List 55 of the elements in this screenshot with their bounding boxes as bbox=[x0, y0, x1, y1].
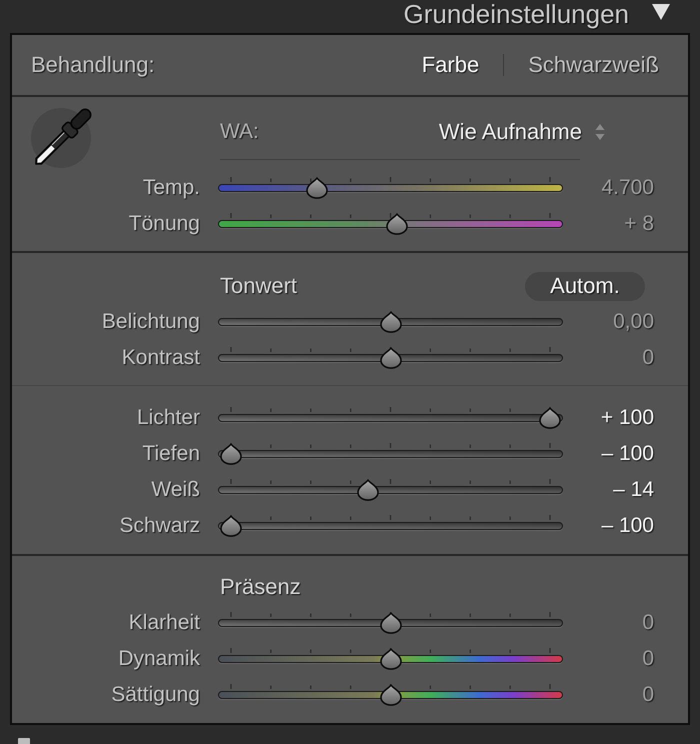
slider-label: Sättigung bbox=[110, 683, 200, 707]
slider-track[interactable] bbox=[218, 310, 563, 334]
slider-thumb[interactable] bbox=[306, 177, 328, 199]
slider-label: Lichter bbox=[136, 406, 200, 430]
slider-thumb[interactable] bbox=[220, 443, 242, 465]
slider-thumb[interactable] bbox=[380, 347, 402, 369]
slider-value: 0 bbox=[641, 647, 654, 671]
treatment-label: Behandlung: bbox=[31, 52, 156, 78]
treatment-tab[interactable]: Farbe bbox=[422, 52, 480, 78]
treatment-tab[interactable]: Schwarzweiß bbox=[528, 52, 659, 78]
slider-track[interactable] bbox=[218, 346, 563, 370]
slider-track[interactable] bbox=[218, 406, 563, 430]
wb-label: WA: bbox=[220, 120, 259, 144]
slider-thumb[interactable] bbox=[357, 479, 380, 501]
slider-track[interactable] bbox=[218, 442, 563, 466]
slider-track[interactable] bbox=[218, 611, 563, 635]
auto-button[interactable]: Autom. bbox=[525, 272, 645, 300]
slider-track[interactable] bbox=[218, 683, 563, 707]
slider-track[interactable] bbox=[218, 478, 563, 502]
slider-value: 0 bbox=[641, 346, 654, 370]
slider-label: Tönung bbox=[128, 212, 200, 236]
slider-label: Klarheit bbox=[128, 611, 200, 635]
slider-thumb[interactable] bbox=[380, 612, 402, 634]
triangle-icon[interactable] bbox=[651, 3, 671, 21]
slider-track[interactable] bbox=[218, 647, 563, 671]
slider-value: 4.700 bbox=[600, 176, 654, 200]
slider-thumb[interactable] bbox=[380, 648, 402, 670]
slider-value: + 8 bbox=[623, 212, 654, 236]
slider-value: 0 bbox=[641, 683, 654, 707]
slider-thumb[interactable] bbox=[386, 213, 408, 235]
slider-track[interactable] bbox=[218, 212, 563, 236]
slider-label: Weiß bbox=[150, 478, 200, 502]
slider-value: – 100 bbox=[600, 514, 654, 538]
slider-track[interactable] bbox=[218, 514, 563, 538]
slider-value: + 100 bbox=[600, 406, 654, 430]
slider-value: – 14 bbox=[612, 478, 654, 502]
slider-thumb[interactable] bbox=[380, 311, 402, 333]
slider-value: 0 bbox=[641, 611, 654, 635]
updown-arrows-icon bbox=[595, 123, 605, 141]
slider-label: Schwarz bbox=[118, 514, 200, 538]
slider-thumb[interactable] bbox=[539, 407, 561, 429]
slider-value: – 100 bbox=[600, 442, 654, 466]
slider-label: Temp. bbox=[142, 176, 200, 200]
slider-value: 0,00 bbox=[612, 310, 654, 334]
wb-preset-dropdown[interactable]: Wie Aufnahme bbox=[438, 119, 605, 145]
slider-label: Dynamik bbox=[117, 647, 200, 671]
slider-label: Belichtung bbox=[100, 310, 200, 334]
slider-track[interactable] bbox=[218, 176, 563, 200]
slider-thumb[interactable] bbox=[380, 684, 402, 706]
section-title: Präsenz bbox=[220, 574, 301, 600]
slider-thumb[interactable] bbox=[220, 515, 242, 537]
slider-label: Tiefen bbox=[141, 442, 200, 466]
panel-title: Grundeinstellungen bbox=[404, 0, 629, 28]
slider-label: Kontrast bbox=[120, 346, 200, 370]
section-title: Tonwert bbox=[220, 273, 298, 299]
